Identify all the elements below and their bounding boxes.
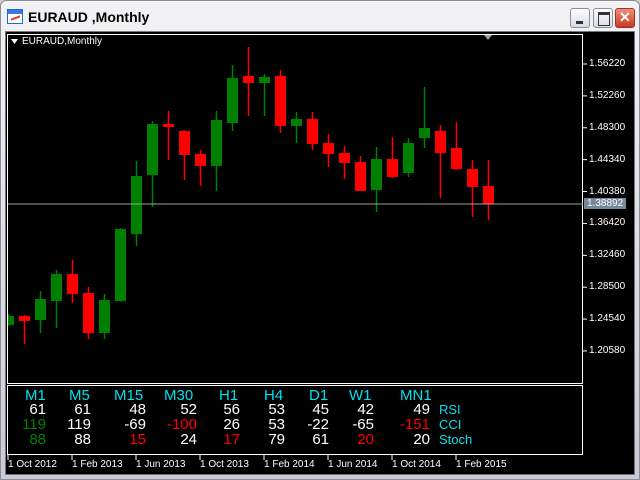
candle-bull bbox=[371, 159, 382, 191]
indicator-row-label-stoch: Stoch bbox=[439, 432, 473, 447]
time-tick-label: 1 Feb 2013 bbox=[72, 459, 123, 470]
candle-bull bbox=[259, 76, 270, 84]
candles-group bbox=[8, 47, 494, 345]
collapse-triangle-icon bbox=[11, 39, 18, 44]
stoch-value: 20 bbox=[357, 431, 374, 448]
candle-bull bbox=[131, 175, 142, 234]
candle-bull bbox=[419, 128, 430, 138]
price-tick-label: 1.48300 bbox=[589, 121, 626, 133]
candle-bear bbox=[435, 130, 446, 153]
candle-bear bbox=[243, 75, 254, 84]
price-tick-label: 1.56220 bbox=[589, 58, 626, 69]
stoch-value: 88 bbox=[74, 431, 91, 448]
price-tick-label: 1.32460 bbox=[589, 249, 626, 261]
candle-bear bbox=[179, 130, 190, 155]
candle-bear bbox=[483, 185, 494, 204]
stoch-value: 79 bbox=[268, 431, 285, 448]
candle-bear bbox=[275, 75, 286, 126]
candle-bear bbox=[195, 154, 206, 167]
candle-bull bbox=[291, 118, 302, 126]
candle-bear bbox=[307, 118, 318, 145]
candle-bear bbox=[163, 123, 174, 127]
candle-bull bbox=[8, 316, 14, 326]
time-tick-label: 1 Oct 2014 bbox=[392, 459, 441, 470]
candle-bear bbox=[467, 168, 478, 188]
candle-bull bbox=[115, 228, 126, 302]
current-price-label: 1.38892 bbox=[584, 197, 627, 209]
indicator-row-label-rsi: RSI bbox=[439, 402, 461, 417]
candle-bull bbox=[403, 142, 414, 174]
price-tick-label: 1.40380 bbox=[589, 185, 626, 197]
candle-bear bbox=[355, 161, 366, 191]
stoch-value: 15 bbox=[129, 431, 146, 448]
price-tick-label: 1.36420 bbox=[589, 217, 626, 229]
time-tick-label: 1 Jun 2014 bbox=[328, 459, 378, 470]
price-tick-label: 1.28500 bbox=[589, 281, 626, 293]
indicator-row-label-cci: CCI bbox=[439, 417, 462, 432]
candle-bear bbox=[339, 152, 350, 163]
candle-bear bbox=[67, 273, 78, 294]
candle-bear bbox=[387, 159, 398, 177]
time-tick-label: 1 Oct 2013 bbox=[200, 459, 249, 470]
chart-shift-marker-icon bbox=[484, 35, 492, 40]
candle-bear bbox=[451, 147, 462, 169]
stoch-value: 88 bbox=[29, 431, 46, 448]
stoch-value: 61 bbox=[312, 431, 329, 448]
candle-bear bbox=[323, 142, 334, 155]
price-tick-label: 1.20580 bbox=[589, 344, 626, 356]
price-tick-label: 1.24540 bbox=[589, 313, 626, 325]
price-tick-label: 1.44340 bbox=[589, 153, 626, 165]
time-tick-label: 1 Feb 2014 bbox=[264, 459, 315, 470]
candle-bull bbox=[211, 119, 222, 167]
stoch-value: 20 bbox=[413, 431, 430, 448]
candle-bull bbox=[35, 299, 46, 321]
candle-bull bbox=[51, 273, 62, 302]
time-tick-label: 1 Feb 2015 bbox=[456, 459, 507, 470]
chart-symbol-label: EURAUD,Monthly bbox=[22, 36, 103, 47]
time-tick-label: 1 Oct 2012 bbox=[8, 459, 57, 470]
candle-bear bbox=[19, 316, 30, 322]
time-tick-label: 1 Jun 2013 bbox=[136, 459, 186, 470]
candle-bull bbox=[147, 123, 158, 176]
candle-bull bbox=[99, 299, 110, 334]
stoch-value: 17 bbox=[223, 431, 240, 448]
candle-bear bbox=[83, 292, 94, 334]
price-tick-label: 1.52260 bbox=[589, 89, 626, 101]
candle-bull bbox=[227, 78, 238, 124]
